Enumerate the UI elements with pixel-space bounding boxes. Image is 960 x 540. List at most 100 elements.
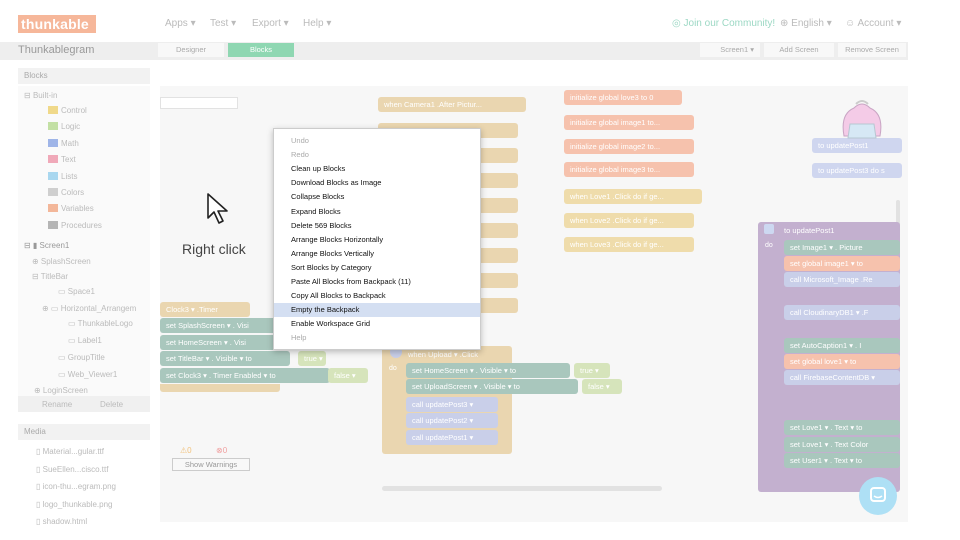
show-warnings-button[interactable]: Show Warnings (172, 458, 250, 471)
tree-item-builtin[interactable]: ⊟ Built-in (24, 91, 57, 100)
component-horizontal_arrangem[interactable]: ⊕ ▭ Horizontal_Arrangem (42, 304, 136, 313)
event-block[interactable]: when Camera1 .After Pictur... (378, 97, 526, 112)
proc-statement[interactable]: set AutoCaption1 ▾ . I (784, 338, 900, 353)
context-menu-item[interactable]: Expand Blocks (274, 205, 480, 219)
category-logic[interactable]: Logic (48, 122, 80, 131)
procedure-header[interactable]: to updatePost1 (778, 223, 888, 238)
call-block[interactable]: call updatePost3 ▾ (406, 397, 498, 412)
component-loginscreen[interactable]: ⊕ LoginScreen (34, 386, 88, 395)
community-link[interactable]: ◎ Join our Community! (672, 18, 775, 29)
category-control[interactable]: Control (48, 106, 87, 115)
global-block[interactable]: initialize global image3 to... (564, 162, 694, 177)
set-block[interactable]: set Clock3 ▾ . Timer Enabled ▾ to (160, 368, 330, 383)
context-menu-item[interactable]: Paste All Blocks from Backpack (11) (274, 275, 480, 289)
thunkable-logo[interactable]: thunkable (18, 15, 96, 33)
add-screen-button[interactable]: Add Screen (764, 43, 834, 57)
value-block[interactable]: true ▾ (298, 351, 326, 366)
category-procedures[interactable]: Procedures (48, 220, 102, 230)
component-web_viewer1[interactable]: ▭ Web_Viewer1 (58, 370, 117, 379)
proc-statement[interactable]: set global image1 ▾ to (784, 256, 900, 271)
component-splashscreen[interactable]: ⊕ SplashScreen (32, 257, 91, 266)
global-block[interactable]: when Love3 .Click do if ge... (564, 237, 694, 252)
category-label: Lists (61, 171, 78, 181)
context-menu-item[interactable]: Arrange Blocks Horizontally (274, 233, 480, 247)
proc-statement[interactable]: set User1 ▾ . Text ▾ to (784, 453, 900, 468)
component-grouptitle[interactable]: ▭ GroupTitle (58, 353, 105, 362)
component-titlebar[interactable]: ⊟ TitleBar (32, 272, 68, 281)
context-menu-item[interactable]: Collapse Blocks (274, 190, 480, 204)
context-menu-item[interactable]: Copy All Blocks to Backpack (274, 289, 480, 303)
nav-menu-2[interactable]: Export ▾ (252, 18, 289, 29)
nav-menu-1[interactable]: Test ▾ (210, 18, 236, 29)
global-block[interactable]: initialize global image1 to... (564, 115, 694, 130)
category-variables[interactable]: Variables (48, 204, 94, 213)
media-file[interactable]: ▯ SueEllen...cisco.ttf (36, 465, 108, 474)
remove-screen-button[interactable]: Remove Screen (838, 43, 906, 57)
set-block[interactable]: set HomeScreen ▾ . Visible ▾ to (406, 363, 570, 378)
call-block[interactable]: call updatePost2 ▾ (406, 413, 498, 428)
rename-button[interactable]: Rename (42, 400, 72, 409)
proc-statement[interactable]: call CloudinaryDB1 ▾ .F (784, 305, 900, 320)
proc-statement[interactable]: set global love1 ▾ to (784, 354, 900, 369)
help-chat-button[interactable] (859, 477, 897, 515)
proc-statement[interactable]: call FirebaseContentDB ▾ (784, 370, 900, 385)
context-menu-item[interactable]: Delete 569 Blocks (274, 219, 480, 233)
media-file[interactable]: ▯ Material...gular.ttf (36, 447, 104, 456)
set-block[interactable]: set TitleBar ▾ . Visible ▾ to (160, 351, 290, 366)
global-block[interactable]: when Love1 .Click do if ge... (564, 189, 702, 204)
global-block[interactable]: initialize global love3 to 0 (564, 90, 682, 105)
context-menu-item[interactable]: Download Blocks as Image (274, 176, 480, 190)
context-menu-item[interactable]: Enable Workspace Grid (274, 317, 480, 331)
category-label: Logic (61, 122, 81, 132)
context-menu-item: Redo (291, 150, 309, 160)
global-block[interactable]: when Love2 .Click do if ge... (564, 213, 694, 228)
screen-select[interactable]: Screen1 ▾ (700, 43, 760, 57)
delete-button[interactable]: Delete (100, 400, 123, 409)
tab-designer[interactable]: Designer (158, 43, 224, 57)
category-text[interactable]: Text (48, 155, 76, 164)
context-menu-item[interactable]: Arrange Blocks Vertically (274, 247, 480, 261)
proc-statement[interactable]: call Microsoft_Image .Re (784, 272, 900, 287)
workspace-search-box[interactable] (160, 97, 238, 109)
value-block[interactable]: false ▾ (328, 368, 368, 383)
category-colors[interactable]: Colors (48, 188, 84, 197)
context-menu-item[interactable]: Sort Blocks by Category (274, 261, 480, 275)
app-window: thunkable ◎ Join our Community! ⊕ Englis… (0, 0, 960, 540)
category-math[interactable]: Math (48, 138, 79, 148)
right-click-annotation: Right click (182, 241, 246, 257)
value-block[interactable]: false ▾ (582, 379, 622, 394)
language-menu[interactable]: ⊕ English ▾ (780, 18, 832, 29)
event-block[interactable]: Clock3 ▾ .Timer (160, 302, 250, 317)
media-file[interactable]: ▯ icon-thu...egram.png (36, 482, 116, 491)
category-lists[interactable]: Lists (48, 171, 78, 181)
media-file-name: icon-thu...egram.png (42, 482, 116, 491)
set-block[interactable]: set HomeScreen ▾ . Visi (160, 335, 278, 350)
component-label1[interactable]: ▭ Label1 (68, 336, 102, 345)
nav-menu-0[interactable]: Apps ▾ (165, 18, 196, 29)
tab-blocks[interactable]: Blocks (228, 43, 294, 57)
set-block[interactable]: set UploadScreen ▾ . Visible ▾ to (406, 379, 578, 394)
proc-statement[interactable]: set Love1 ▾ . Text ▾ to (784, 420, 900, 435)
component-thunkablelogo[interactable]: ▭ ThunkableLogo (68, 319, 133, 328)
context-menu-item[interactable]: Empty the Backpack (274, 303, 480, 318)
workspace-scrollbar[interactable] (382, 486, 662, 491)
proc-statement[interactable]: set Image1 ▾ . Picture (784, 240, 900, 255)
call-block[interactable]: call updatePost1 ▾ (406, 430, 498, 445)
backpack-icon[interactable] (832, 96, 890, 144)
category-swatch (48, 155, 58, 164)
nav-menu-3[interactable]: Help ▾ (303, 18, 331, 29)
category-label: Control (61, 106, 87, 115)
component-space1[interactable]: ▭ Space1 (58, 287, 95, 296)
media-file[interactable]: ▯ logo_thunkable.png (36, 500, 112, 509)
blocks-panel-title: Blocks (18, 68, 150, 84)
media-file-name: logo_thunkable.png (42, 499, 113, 509)
proc-statement[interactable]: set Love1 ▾ . Text Color (784, 437, 900, 452)
account-menu[interactable]: ☺ Account ▾ (845, 18, 901, 29)
component-screen1[interactable]: ⊟ ▮ Screen1 (24, 241, 69, 250)
procedure-block[interactable]: to updatePost3 do s (812, 163, 902, 178)
context-menu-item[interactable]: Clean up Blocks (274, 162, 480, 176)
set-block[interactable]: set SplashScreen ▾ . Visi (160, 318, 278, 333)
global-block[interactable]: initialize global image2 to... (564, 139, 694, 154)
media-file[interactable]: ▯ shadow.html (36, 517, 87, 526)
value-block[interactable]: true ▾ (574, 363, 610, 378)
